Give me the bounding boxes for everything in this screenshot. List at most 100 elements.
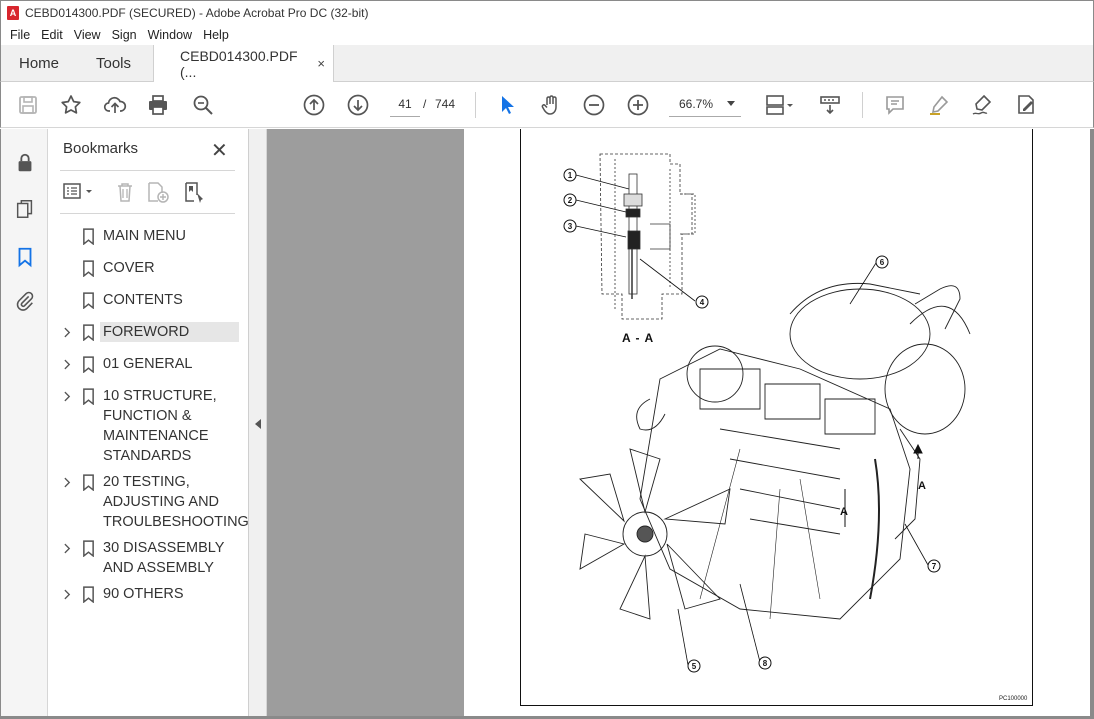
callout-2: 2 (568, 196, 573, 205)
chevron-down-icon (727, 101, 735, 106)
zoom-in-icon[interactable] (625, 92, 651, 118)
sign-pen-icon[interactable] (969, 92, 995, 118)
bookmark-icon (76, 258, 100, 278)
divider (60, 213, 235, 214)
hand-tool-icon[interactable] (538, 92, 564, 118)
bookmark-label: 20 TESTING, ADJUSTING AND TROULBESHOOTIN… (103, 474, 249, 530)
menu-view[interactable]: View (69, 28, 107, 42)
toolbar-divider (862, 92, 863, 118)
zoom-level-value: 66.7% (679, 97, 714, 111)
bookmark-icon (76, 386, 100, 406)
bookmark-item[interactable]: FOREWORD (58, 322, 242, 342)
menu-sign[interactable]: Sign (107, 28, 143, 42)
engine-illustration: 1 2 3 4 5 6 7 8 A A (563, 153, 971, 673)
bookmark-item[interactable]: 01 GENERAL (58, 354, 242, 374)
highlight-pen-icon[interactable] (926, 92, 952, 118)
attachment-paperclip-icon[interactable] (13, 289, 37, 313)
bookmark-label: FOREWORD (100, 322, 239, 342)
window-border (1090, 129, 1094, 719)
toolbar-divider (475, 92, 476, 118)
chevron-right-icon[interactable] (58, 538, 76, 558)
page-separator: / (423, 97, 427, 111)
lock-icon[interactable] (13, 151, 37, 175)
page-fit-icon[interactable] (763, 92, 797, 118)
new-bookmark-icon[interactable] (146, 181, 170, 203)
bookmark-item[interactable]: 30 DISASSEMBLY AND ASSEMBLY (58, 538, 242, 578)
bookmark-label: 90 OTHERS (103, 586, 184, 602)
scroll-mode-icon[interactable] (817, 92, 843, 118)
bookmark-item[interactable]: 10 STRUCTURE, FUNCTION & MAINTENANCE STA… (58, 386, 242, 466)
menu-bar: File Edit View Sign Window Help (0, 24, 1094, 45)
menu-edit[interactable]: Edit (36, 28, 69, 42)
bookmark-label: MAIN MENU (103, 228, 186, 244)
section-label: A - A (622, 331, 655, 345)
callout-7: 7 (932, 562, 937, 571)
callout-5: 5 (692, 662, 697, 671)
save-icon[interactable] (15, 92, 41, 118)
bookmark-label: 10 STRUCTURE, FUNCTION & MAINTENANCE STA… (103, 388, 217, 464)
zoom-level-select[interactable]: 66.7% (669, 92, 741, 117)
close-icon[interactable]: ✕ (211, 138, 228, 163)
next-page-icon[interactable] (345, 92, 371, 118)
previous-page-icon[interactable] (301, 92, 327, 118)
chevron-right-icon[interactable] (58, 322, 76, 342)
bookmark-label: COVER (103, 260, 155, 276)
bookmarks-title: Bookmarks (63, 140, 139, 157)
callout-1: 1 (568, 171, 573, 180)
chevron-right-icon[interactable] (58, 472, 76, 492)
callout-3: 3 (568, 222, 573, 231)
bookmark-item[interactable]: COVER (58, 258, 242, 278)
menu-file[interactable]: File (5, 28, 36, 42)
comment-icon[interactable] (882, 92, 908, 118)
bookmark-item[interactable]: 20 TESTING, ADJUSTING AND TROULBESHOOTIN… (58, 472, 249, 532)
section-arrow-marks (844, 443, 923, 527)
page-number-input[interactable]: 41 (390, 92, 420, 117)
bookmark-label: 30 DISASSEMBLY AND ASSEMBLY (103, 540, 225, 576)
page-total: 744 (435, 97, 456, 111)
bookmark-options-icon[interactable] (62, 181, 96, 203)
bookmark-search-icon[interactable] (183, 181, 207, 203)
zoom-search-icon[interactable] (190, 92, 216, 118)
bookmark-item[interactable]: CONTENTS (58, 290, 242, 310)
title-bar: A CEBD014300.PDF (SECURED) - Adobe Acrob… (0, 0, 1094, 24)
bookmark-item[interactable]: MAIN MENU (58, 226, 242, 246)
chevron-right-icon[interactable] (58, 386, 76, 406)
tab-document[interactable]: CEBD014300.PDF (... × (154, 45, 334, 82)
tab-tools[interactable]: Tools (78, 45, 154, 81)
toolbar: 41 / 744 66.7% (0, 82, 1094, 128)
divider (60, 170, 235, 171)
panel-collapse-handle[interactable] (249, 129, 267, 719)
page-thumbnails-icon[interactable] (13, 197, 37, 221)
print-icon[interactable] (145, 92, 171, 118)
tab-close-icon[interactable]: × (317, 56, 325, 71)
export-edit-icon[interactable] (1013, 92, 1039, 118)
tab-bar: Home Tools CEBD014300.PDF (... × (0, 45, 1094, 82)
delete-bookmark-icon[interactable] (114, 181, 136, 203)
section-aa-drawing (599, 153, 696, 320)
bookmark-panel-icon[interactable] (13, 245, 37, 269)
window-title: CEBD014300.PDF (SECURED) - Adobe Acrobat… (25, 5, 369, 20)
star-icon[interactable] (58, 92, 84, 118)
bookmark-icon (76, 472, 100, 492)
section-arrow-label: A (840, 506, 848, 518)
chevron-right-icon[interactable] (58, 584, 76, 604)
acrobat-app-icon: A (7, 5, 19, 20)
zoom-out-icon[interactable] (581, 92, 607, 118)
figure-code: PC100000 (999, 696, 1028, 702)
upload-cloud-icon[interactable] (102, 92, 128, 118)
bookmarks-panel: Bookmarks ✕ MAIN MENU COVER CONTENTS FOR (48, 129, 249, 719)
select-cursor-icon[interactable] (494, 92, 520, 118)
bookmark-icon (76, 538, 100, 558)
collapse-arrow-icon (255, 419, 261, 429)
bookmark-icon (76, 354, 100, 374)
callout-4: 4 (700, 298, 705, 307)
tab-home[interactable]: Home (1, 45, 78, 81)
chevron-right-icon[interactable] (58, 354, 76, 374)
bookmark-item[interactable]: 90 OTHERS (58, 584, 242, 604)
bookmark-label: 01 GENERAL (103, 356, 193, 372)
menu-help[interactable]: Help (198, 28, 235, 42)
menu-window[interactable]: Window (143, 28, 198, 42)
callout-circles (563, 168, 941, 673)
